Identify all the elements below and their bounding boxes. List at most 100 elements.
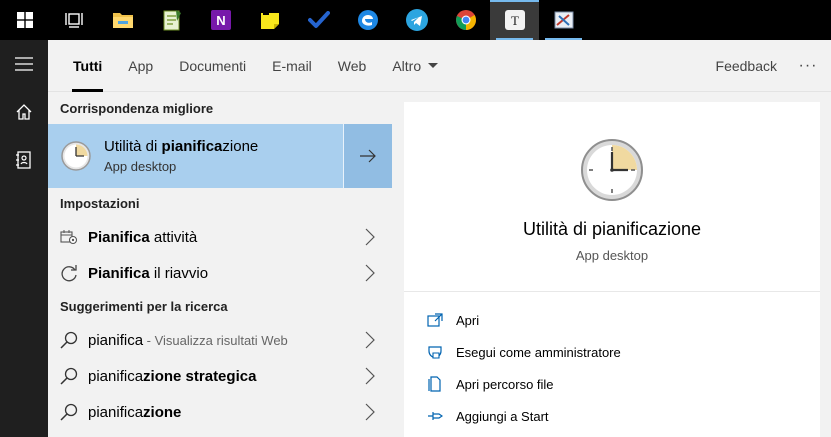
chevron-right-icon[interactable] xyxy=(364,264,376,282)
preview-header: Utilità di pianificazione App desktop xyxy=(404,102,820,292)
typora-button[interactable]: T xyxy=(490,0,539,40)
task-scheduler-clock-icon xyxy=(61,141,91,171)
telegram-button[interactable] xyxy=(392,0,441,40)
best-match-heading: Corrispondenza migliore xyxy=(60,101,214,116)
chrome-icon xyxy=(455,10,476,30)
action-apri-percorso[interactable]: Apri percorso file xyxy=(404,368,820,400)
tab-label: Documenti xyxy=(179,57,247,74)
task-scheduler-gear-icon xyxy=(60,228,78,246)
suggestion-label: pianificazione xyxy=(88,404,181,421)
notepad-plus-icon xyxy=(163,10,181,31)
svg-text:N: N xyxy=(216,13,225,28)
todo-button[interactable] xyxy=(294,0,343,40)
best-match-title: Utilità di pianificazione xyxy=(104,138,258,155)
tab-label: Tutti xyxy=(73,57,103,74)
best-match-subtitle: App desktop xyxy=(104,159,177,174)
suggestion-item[interactable]: pianificazione strategica xyxy=(48,358,392,394)
best-match-title-pre: Utilità di xyxy=(104,138,162,155)
settings-item-pianifica-attivita[interactable]: Pianifica attività xyxy=(48,219,392,255)
telegram-icon xyxy=(405,9,428,31)
bold-part: zione strategica xyxy=(143,367,257,385)
preview-pane: Utilità di pianificazione App desktop Ap… xyxy=(404,102,820,437)
feedback-link[interactable]: Feedback xyxy=(716,40,777,92)
suggestions-heading: Suggerimenti per la ricerca xyxy=(60,299,228,314)
tab-label: Altro xyxy=(392,57,422,74)
best-match-expand-button[interactable] xyxy=(343,124,392,188)
action-label: Esegui come amministratore xyxy=(456,344,621,360)
snipping-tool-icon xyxy=(554,11,573,29)
start-button[interactable] xyxy=(0,0,49,40)
best-match-main[interactable]: Utilità di pianificazione App desktop xyxy=(48,124,343,188)
web-hint: - Visualizza risultati Web xyxy=(143,332,288,348)
suggestion-label: pianificazione strategica xyxy=(88,368,256,385)
suggestion-item[interactable]: pianifica - Visualizza risultati Web xyxy=(48,322,392,358)
typora-icon: T xyxy=(504,10,525,30)
tab-documenti[interactable]: Documenti xyxy=(166,40,259,92)
tab-label: Web xyxy=(337,57,367,74)
chrome-button[interactable] xyxy=(441,0,490,40)
action-aggiungi-start[interactable]: Aggiungi a Start xyxy=(404,400,820,432)
home-button[interactable] xyxy=(0,88,48,136)
edge-button[interactable] xyxy=(343,0,392,40)
pin-icon xyxy=(426,407,444,425)
open-icon xyxy=(426,311,444,329)
preview-actions: Apri Esegui come amministratore Apri per… xyxy=(404,292,820,432)
svg-text:T: T xyxy=(511,13,519,28)
preview-subtitle: App desktop xyxy=(575,248,649,263)
restart-icon xyxy=(60,264,78,282)
notebook-icon xyxy=(16,151,31,169)
normal-part: il riavvio xyxy=(149,264,209,282)
action-label: Apri percorso file xyxy=(456,376,554,392)
taskbar: N T xyxy=(0,0,831,40)
onenote-button[interactable]: N xyxy=(196,0,245,40)
tab-altro[interactable]: Altro xyxy=(379,40,451,92)
preview-title: Utilità di pianificazione xyxy=(522,219,702,239)
notebook-button[interactable] xyxy=(0,136,48,184)
search-icon xyxy=(60,367,78,385)
settings-item-label: Pianifica il riavvio xyxy=(88,265,208,282)
file-explorer-button[interactable] xyxy=(98,0,147,40)
search-icon xyxy=(60,331,78,349)
shield-icon xyxy=(426,343,444,361)
bold-part: Pianifica xyxy=(88,264,150,282)
best-match-item[interactable]: Utilità di pianificazione App desktop xyxy=(48,124,392,188)
task-view-button[interactable] xyxy=(49,0,98,40)
arrow-right-icon xyxy=(360,149,376,163)
tab-app[interactable]: App xyxy=(115,40,166,92)
todo-icon xyxy=(307,11,330,28)
bold-part: zione xyxy=(143,403,182,421)
snipping-tool-button[interactable] xyxy=(539,0,588,40)
normal-part: attività xyxy=(149,228,198,246)
normal-part: pianifica xyxy=(88,367,144,385)
search-icon xyxy=(60,403,78,421)
action-apri[interactable]: Apri xyxy=(404,304,820,336)
tab-tutti[interactable]: Tutti xyxy=(60,40,115,92)
results-list: Corrispondenza migliore Utilità di piani… xyxy=(48,93,392,437)
sticky-notes-icon xyxy=(260,11,279,29)
search-left-rail xyxy=(0,40,48,437)
menu-icon xyxy=(15,57,33,71)
sticky-notes-button[interactable] xyxy=(245,0,294,40)
chevron-right-icon[interactable] xyxy=(364,367,376,385)
settings-item-pianifica-riavvio[interactable]: Pianifica il riavvio xyxy=(48,255,392,291)
chevron-right-icon[interactable] xyxy=(364,331,376,349)
chevron-right-icon[interactable] xyxy=(364,228,376,246)
menu-button[interactable] xyxy=(0,40,48,88)
bold-part: Pianifica xyxy=(88,228,150,246)
notepad-plus-button[interactable] xyxy=(147,0,196,40)
normal-part: pianifica xyxy=(88,403,144,421)
action-esegui-amministratore[interactable]: Esegui come amministratore xyxy=(404,336,820,368)
chevron-right-icon[interactable] xyxy=(364,403,376,421)
chevron-down-icon xyxy=(428,63,439,68)
tab-web[interactable]: Web xyxy=(325,40,380,92)
tab-email[interactable]: E-mail xyxy=(259,40,325,92)
settings-heading: Impostazioni xyxy=(60,196,140,211)
search-tabs: Tutti App Documenti E-mail Web Altro Fee… xyxy=(48,40,831,92)
home-icon xyxy=(16,104,32,120)
more-options-button[interactable]: ··· xyxy=(793,40,823,92)
action-label: Apri xyxy=(456,312,480,328)
file-location-icon xyxy=(426,375,444,393)
suggestion-item[interactable]: pianificazione xyxy=(48,394,392,430)
start-icon xyxy=(16,12,33,28)
search-panel: Tutti App Documenti E-mail Web Altro Fee… xyxy=(48,40,831,437)
